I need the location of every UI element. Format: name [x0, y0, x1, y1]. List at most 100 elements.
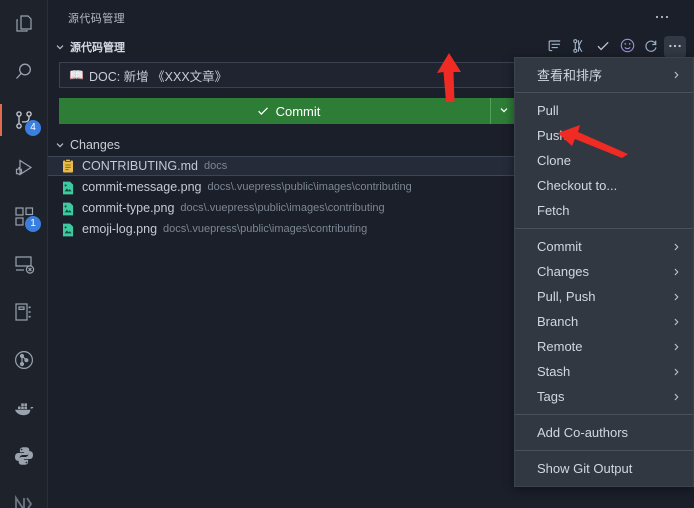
menu-item-label: Tags — [537, 389, 565, 404]
python-icon — [12, 444, 36, 468]
menu-item-branch[interactable]: Branch — [515, 309, 693, 334]
check-icon — [256, 104, 270, 118]
chevron-right-icon — [671, 366, 682, 377]
chevron-right-icon — [671, 69, 682, 80]
file-path: docs — [203, 160, 228, 172]
file-name: commit-type.png — [82, 201, 175, 215]
remote-explorer-icon — [12, 252, 36, 276]
menu-item-remote[interactable]: Remote — [515, 334, 693, 359]
chevron-right-icon — [671, 291, 682, 302]
activity-item-source-control[interactable]: 4 — [0, 96, 48, 144]
chevron-right-icon — [671, 341, 682, 352]
check-icon — [595, 38, 611, 57]
scm-section-title: 源代码管理 — [70, 42, 125, 54]
source-control-badge: 4 — [25, 120, 41, 136]
search-icon — [12, 60, 36, 84]
gitlens-icon — [12, 348, 36, 372]
manage-branch-button[interactable] — [568, 36, 590, 58]
menu-item-label: Add Co-authors — [537, 425, 629, 440]
chevron-right-icon — [671, 391, 682, 402]
menu-item-pull-push[interactable]: Pull, Push — [515, 284, 693, 309]
menu-item-label: 查看和排序 — [537, 68, 603, 83]
commit-message-value: DOC: 新增 《XXX文章》 — [88, 69, 228, 84]
git-branch-scissors-icon — [571, 38, 587, 57]
scm-toolbar — [544, 36, 686, 58]
menu-item-pull[interactable]: Pull — [515, 98, 693, 123]
activity-item-notebook[interactable] — [0, 288, 48, 336]
commit-check-button[interactable] — [592, 36, 614, 58]
activity-item-remote-explorer[interactable] — [0, 240, 48, 288]
nx-icon — [12, 492, 36, 508]
list-flat-icon — [547, 38, 563, 57]
ellipsis-icon — [654, 9, 670, 28]
notebook-icon — [12, 300, 36, 324]
run-debug-icon — [12, 156, 36, 180]
image-file-icon — [60, 179, 76, 195]
activity-item-explorer[interactable] — [0, 0, 48, 48]
menu-item-label: Push — [537, 128, 567, 143]
file-path: docs\.vuepress\public\images\contributin… — [207, 181, 412, 193]
refresh-icon — [643, 38, 659, 57]
commit-button[interactable]: Commit — [59, 98, 517, 124]
menu-item-clone[interactable]: Clone — [515, 148, 693, 173]
menu-item-label: Remote — [537, 339, 583, 354]
image-file-icon — [60, 221, 76, 237]
activity-item-gitlens[interactable] — [0, 336, 48, 384]
markdown-file-icon — [60, 158, 76, 174]
file-name: emoji-log.png — [82, 222, 158, 236]
activity-item-extensions[interactable]: 1 — [0, 192, 48, 240]
menu-item-label: Checkout to... — [537, 178, 618, 193]
menu-item-label: Show Git Output — [537, 461, 633, 476]
file-name: CONTRIBUTING.md — [82, 159, 198, 173]
menu-separator — [515, 228, 693, 229]
view-as-list-button[interactable] — [544, 36, 566, 58]
page-title: 源代码管理 — [68, 12, 125, 25]
file-path: docs\.vuepress\public\images\contributin… — [180, 202, 385, 214]
menu-item-show-git-output[interactable]: Show Git Output — [515, 456, 693, 481]
menu-item-label: Changes — [537, 264, 590, 279]
chevron-right-icon — [671, 266, 682, 277]
menu-item-push[interactable]: Push — [515, 123, 693, 148]
menu-item-label: Pull, Push — [537, 289, 596, 304]
menu-item-label: Commit — [537, 239, 582, 254]
emoji-picker-button[interactable] — [616, 36, 638, 58]
menu-item-commit[interactable]: Commit — [515, 234, 693, 259]
menu-item-add-co-authors[interactable]: Add Co-authors — [515, 420, 693, 445]
menu-item-label: Fetch — [537, 203, 570, 218]
scm-more-actions-button[interactable] — [664, 36, 686, 58]
menu-separator — [515, 414, 693, 415]
activity-item-docker[interactable] — [0, 384, 48, 432]
menu-item-changes[interactable]: Changes — [515, 259, 693, 284]
image-file-icon — [60, 200, 76, 216]
activity-item-nx-console[interactable] — [0, 480, 48, 508]
file-path: docs\.vuepress\public\images\contributin… — [163, 223, 368, 235]
menu-item-tags[interactable]: Tags — [515, 384, 693, 409]
extensions-badge: 1 — [25, 216, 41, 232]
activity-item-run-and-debug[interactable] — [0, 144, 48, 192]
activity-item-search[interactable] — [0, 48, 48, 96]
activity-item-python[interactable] — [0, 432, 48, 480]
docker-whale-icon — [11, 395, 37, 421]
commit-dropdown-button[interactable] — [490, 98, 517, 124]
sidebar-title-bar: 源代码管理 — [48, 0, 694, 35]
menu-item-view-and-sort[interactable]: 查看和排序 — [515, 62, 693, 87]
refresh-button[interactable] — [640, 36, 662, 58]
vscode-window: 4 1 源代码管理 源代码管理 📖 DOC: 新增 《XXX文章》 Commit… — [0, 0, 694, 508]
chevron-right-icon — [671, 241, 682, 252]
smiley-icon — [619, 37, 636, 57]
git-context-menu: 查看和排序 Pull Push Clone Checkout to... Fet… — [514, 57, 694, 487]
sidebar-views-more-actions[interactable] — [652, 8, 672, 28]
menu-separator — [515, 450, 693, 451]
menu-item-stash[interactable]: Stash — [515, 359, 693, 384]
open-book-icon: 📖 — [69, 68, 84, 82]
chevron-down-icon — [52, 39, 68, 55]
commit-message-input[interactable]: 📖 DOC: 新增 《XXX文章》 — [59, 62, 517, 88]
menu-item-label: Branch — [537, 314, 579, 329]
menu-item-label: Clone — [537, 153, 571, 168]
files-icon — [12, 12, 36, 36]
menu-item-label: Stash — [537, 364, 571, 379]
file-name: commit-message.png — [82, 180, 202, 194]
menu-item-fetch[interactable]: Fetch — [515, 198, 693, 223]
menu-item-checkout-to[interactable]: Checkout to... — [515, 173, 693, 198]
menu-separator — [515, 92, 693, 93]
